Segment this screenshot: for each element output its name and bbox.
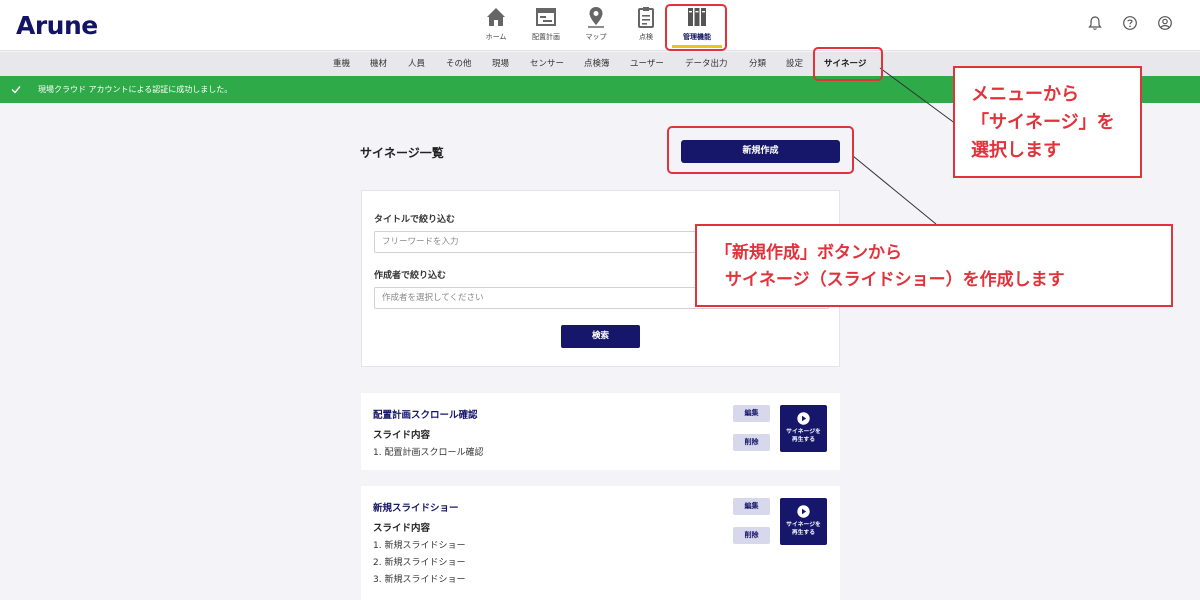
signage-title[interactable]: 配置計画スクロール確認: [373, 407, 478, 421]
menu-callout: メニューから 「サイネージ」を 選択します: [953, 66, 1142, 178]
play-icon: [797, 412, 810, 425]
top-header: Arune ホーム 配置計画 マップ 点検 管理機能: [0, 0, 1200, 51]
play-signage-button[interactable]: サイネージを 再生する: [780, 405, 827, 452]
button-callout-line2: サイネージ（スライドショー）を作成します: [725, 270, 1065, 290]
subnav-item-user[interactable]: ユーザー: [630, 52, 664, 76]
signage-title[interactable]: 新規スライドショー: [373, 500, 459, 514]
subnav-item-data-export[interactable]: データ出力: [685, 52, 728, 76]
slide-content-label: スライド内容: [373, 523, 431, 534]
nav-map[interactable]: マップ: [568, 6, 624, 46]
check-icon: [11, 86, 21, 94]
help-icon[interactable]: [1122, 15, 1138, 31]
subnav-item-inspection-book[interactable]: 点検簿: [584, 52, 610, 76]
bell-icon[interactable]: [1087, 15, 1103, 31]
nav-home-label: ホーム: [485, 33, 507, 41]
subnav-item-personnel[interactable]: 人員: [408, 52, 425, 76]
new-button-highlight: [667, 126, 854, 174]
title-filter-label: タイトルで絞り込む: [374, 215, 456, 225]
app-logo[interactable]: Arune: [16, 11, 98, 40]
layout-plan-icon: [536, 8, 556, 26]
play-label-line1: サイネージを: [786, 429, 821, 435]
signage-card: 配置計画スクロール確認 スライド内容 1. 配置計画スクロール確認 編集 削除 …: [361, 393, 840, 470]
subnav-item-site[interactable]: 現場: [492, 52, 509, 76]
slide-item: 3. 新規スライドショー: [373, 575, 466, 585]
button-callout: 「新規作成」ボタンから サイネージ（スライドショー）を作成します: [695, 224, 1173, 307]
page-title: サイネージ一覧: [360, 146, 444, 160]
subnav-item-settings[interactable]: 設定: [786, 52, 803, 76]
edit-button[interactable]: 編集: [733, 498, 770, 515]
delete-button[interactable]: 削除: [733, 527, 770, 544]
nav-layout-plan-label: 配置計画: [532, 33, 560, 41]
map-pin-icon: [588, 7, 604, 28]
button-connector-line: [852, 155, 937, 225]
play-label-line2: 再生する: [791, 530, 816, 536]
author-filter-label: 作成者で絞り込む: [374, 271, 447, 281]
menu-callout-line1: メニューから: [971, 84, 1079, 105]
menu-callout-line3: 選択します: [971, 140, 1061, 161]
play-icon: [797, 505, 810, 518]
delete-button[interactable]: 削除: [733, 434, 770, 451]
slide-item: 1. 配置計画スクロール確認: [373, 448, 484, 458]
play-label-line1: サイネージを: [786, 522, 821, 528]
subnav-item-heavy-machinery[interactable]: 重機: [333, 52, 350, 76]
nav-layout-plan[interactable]: 配置計画: [518, 6, 574, 46]
nav-map-label: マップ: [585, 33, 607, 41]
clipboard-icon: [638, 7, 654, 28]
signage-menu-highlight: [813, 47, 883, 81]
nav-home[interactable]: ホーム: [468, 6, 524, 46]
edit-button[interactable]: 編集: [733, 405, 770, 422]
home-icon: [487, 8, 505, 26]
play-signage-button[interactable]: サイネージを 再生する: [780, 498, 827, 545]
slide-item: 2. 新規スライドショー: [373, 558, 466, 568]
play-label-line2: 再生する: [791, 437, 816, 443]
menu-callout-line2: 「サイネージ」を: [971, 112, 1115, 133]
subnav-item-equipment[interactable]: 機材: [370, 52, 387, 76]
search-button[interactable]: 検索: [561, 325, 640, 348]
signage-card: 新規スライドショー スライド内容 1. 新規スライドショー 2. 新規スライドシ…: [361, 486, 840, 600]
alert-message: 現場クラウド アカウントによる認証に成功しました。: [38, 85, 233, 94]
button-callout-line1: 「新規作成」ボタンから: [715, 243, 902, 263]
user-icon[interactable]: [1157, 15, 1173, 31]
subnav-item-category[interactable]: 分類: [749, 52, 766, 76]
nav-management-highlight: [665, 4, 727, 51]
slide-content-label: スライド内容: [373, 430, 431, 441]
subnav-item-other[interactable]: その他: [446, 52, 472, 76]
subnav-item-sensor[interactable]: センサー: [530, 52, 564, 76]
slide-item: 1. 新規スライドショー: [373, 541, 466, 551]
